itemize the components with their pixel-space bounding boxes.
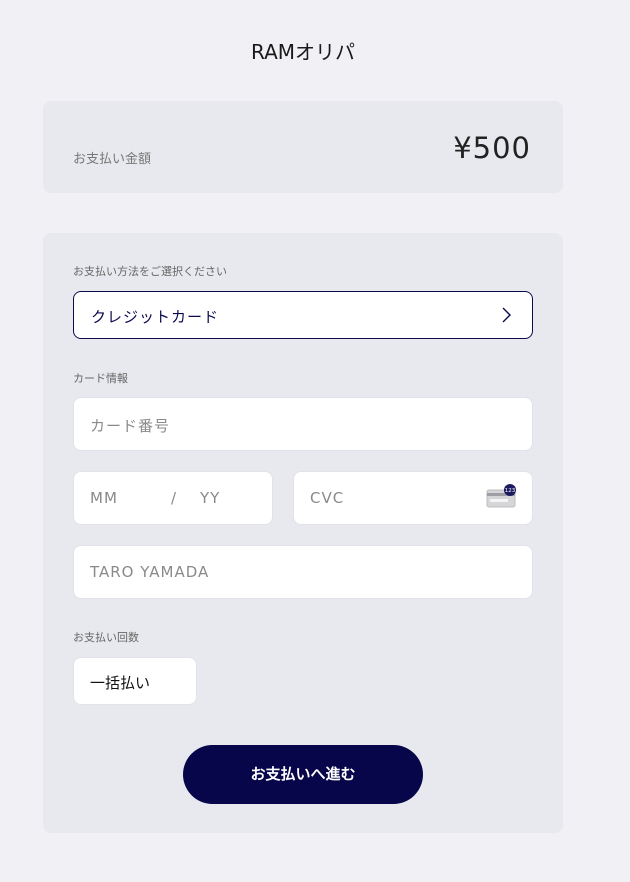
amount-label: お支払い金額 — [73, 152, 152, 167]
expiry-field[interactable]: MM / YY — [73, 471, 273, 525]
installments-label: お支払い回数 — [73, 631, 139, 644]
card-number-field[interactable]: カード番号 — [73, 397, 533, 451]
cvc-placeholder: CVC — [310, 489, 345, 507]
cvc-field[interactable]: CVC 123 — [293, 471, 533, 525]
amount-card: お支払い金額 ¥500 — [43, 101, 563, 193]
cardholder-name-field[interactable]: TARO YAMADA — [73, 545, 533, 599]
card-number-placeholder: カード番号 — [90, 417, 171, 435]
proceed-to-payment-button[interactable]: お支払いへ進む — [183, 745, 423, 804]
cardholder-name-placeholder: TARO YAMADA — [90, 563, 210, 581]
installments-value: 一括払い — [90, 674, 151, 692]
cvc-icon-badge: 123 — [505, 488, 516, 494]
payment-method-value: クレジットカード — [91, 308, 220, 326]
expiry-year-placeholder: YY — [200, 489, 221, 507]
payment-method-label: お支払い方法をご選択ください — [73, 265, 227, 278]
payment-method-select[interactable]: クレジットカード — [73, 291, 533, 339]
chevron-right-icon — [502, 307, 511, 323]
amount-value: ¥500 — [453, 131, 531, 165]
expiry-separator: / — [171, 489, 177, 507]
card-info-label: カード情報 — [73, 372, 128, 385]
credit-card-cvc-icon: 123 — [486, 484, 516, 508]
expiry-month-placeholder: MM — [90, 489, 118, 507]
payment-form: お支払い方法をご選択ください クレジットカード カード情報 カード番号 MM /… — [43, 233, 563, 833]
page-title: RAMオリパ — [250, 40, 356, 64]
installments-select[interactable]: 一括払い — [73, 657, 197, 705]
